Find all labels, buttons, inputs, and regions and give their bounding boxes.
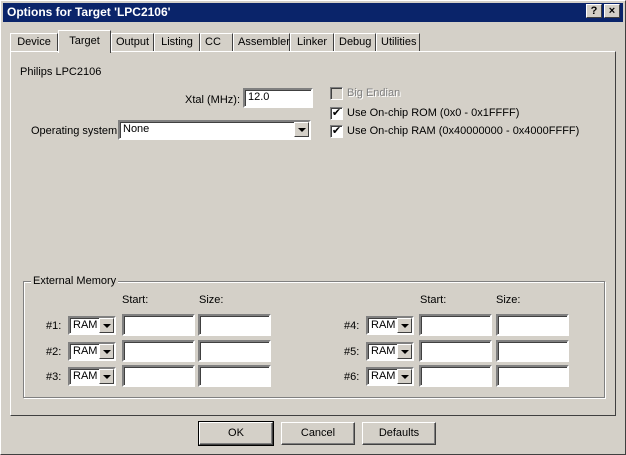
device-name: Philips LPC2106 [20,66,102,78]
close-button[interactable]: × [604,4,620,18]
start-header-left: Start: [122,294,149,306]
mem-row-4-type[interactable]: RAM [366,316,414,335]
os-select-value: None [123,123,150,135]
mem-row-2-size[interactable] [198,340,271,362]
chevron-down-icon[interactable] [294,122,309,137]
tab-listing[interactable]: Listing [154,33,200,52]
ok-button[interactable]: OK [198,421,274,446]
mem-row-5-start[interactable] [419,340,492,362]
onchip-ram-label: Use On-chip RAM (0x40000000 - 0x4000FFFF… [347,125,580,137]
onchip-rom-label: Use On-chip ROM (0x0 - 0x1FFFF) [347,107,520,119]
mem-row-5-size[interactable] [496,340,569,362]
mem-row-4-start[interactable] [419,314,492,336]
chevron-down-icon[interactable] [397,318,412,333]
mem-row-3-type[interactable]: RAM [68,367,116,386]
mem-row-1-start[interactable] [122,314,195,336]
mem-row-6-size[interactable] [496,365,569,387]
tab-utilities[interactable]: Utilities [376,33,420,52]
mem-row-6-start[interactable] [419,365,492,387]
os-select[interactable]: None [118,120,311,140]
os-label: Operating system: [31,125,121,137]
chevron-down-icon[interactable] [99,344,114,359]
mem-row-1-label: #1: [46,320,62,332]
defaults-button[interactable]: Defaults [362,422,436,445]
tab-cc[interactable]: CC [200,33,233,52]
mem-row-5-type[interactable]: RAM [366,342,414,361]
onchip-ram-checkbox[interactable]: ✔ [330,125,343,138]
big-endian-checkbox [330,87,343,100]
start-header-right: Start: [420,294,447,306]
title-bar[interactable]: Options for Target 'LPC2106' [3,3,623,22]
chevron-down-icon[interactable] [397,369,412,384]
mem-row-1-type[interactable]: RAM [68,316,116,335]
tab-assembler[interactable]: Assembler [233,33,290,52]
onchip-rom-checkbox[interactable]: ✔ [330,107,343,120]
mem-row-4-label: #4: [344,320,360,332]
mem-row-2-start[interactable] [122,340,195,362]
mem-row-2-label: #2: [46,346,62,358]
tab-debug[interactable]: Debug [334,33,376,52]
big-endian-label: Big Endian [347,87,401,99]
options-dialog: Options for Target 'LPC2106' ? × Device … [0,0,626,455]
mem-row-3-start[interactable] [122,365,195,387]
xtal-label: Xtal (MHz): [185,94,240,106]
tab-device[interactable]: Device [10,33,58,52]
chevron-down-icon[interactable] [397,344,412,359]
xtal-input[interactable]: 12.0 [243,88,313,108]
size-header-left: Size: [199,294,224,306]
mem-row-6-label: #6: [344,371,360,383]
mem-row-3-size[interactable] [198,365,271,387]
chevron-down-icon[interactable] [99,369,114,384]
tab-output[interactable]: Output [111,33,154,52]
help-button[interactable]: ? [586,4,602,18]
mem-row-2-type[interactable]: RAM [68,342,116,361]
size-header-right: Size: [496,294,521,306]
mem-row-4-size[interactable] [496,314,569,336]
window-title: Options for Target 'LPC2106' [7,5,171,19]
target-tab-panel: Philips LPC2106 Xtal (MHz): 12.0 Operati… [10,51,616,416]
chevron-down-icon[interactable] [99,318,114,333]
external-memory-title: External Memory [31,275,119,287]
mem-row-6-type[interactable]: RAM [366,367,414,386]
tab-linker[interactable]: Linker [290,33,334,52]
tab-target[interactable]: Target [58,30,111,53]
cancel-button[interactable]: Cancel [281,422,355,445]
mem-row-1-size[interactable] [198,314,271,336]
mem-row-3-label: #3: [46,371,62,383]
mem-row-5-label: #5: [344,346,360,358]
